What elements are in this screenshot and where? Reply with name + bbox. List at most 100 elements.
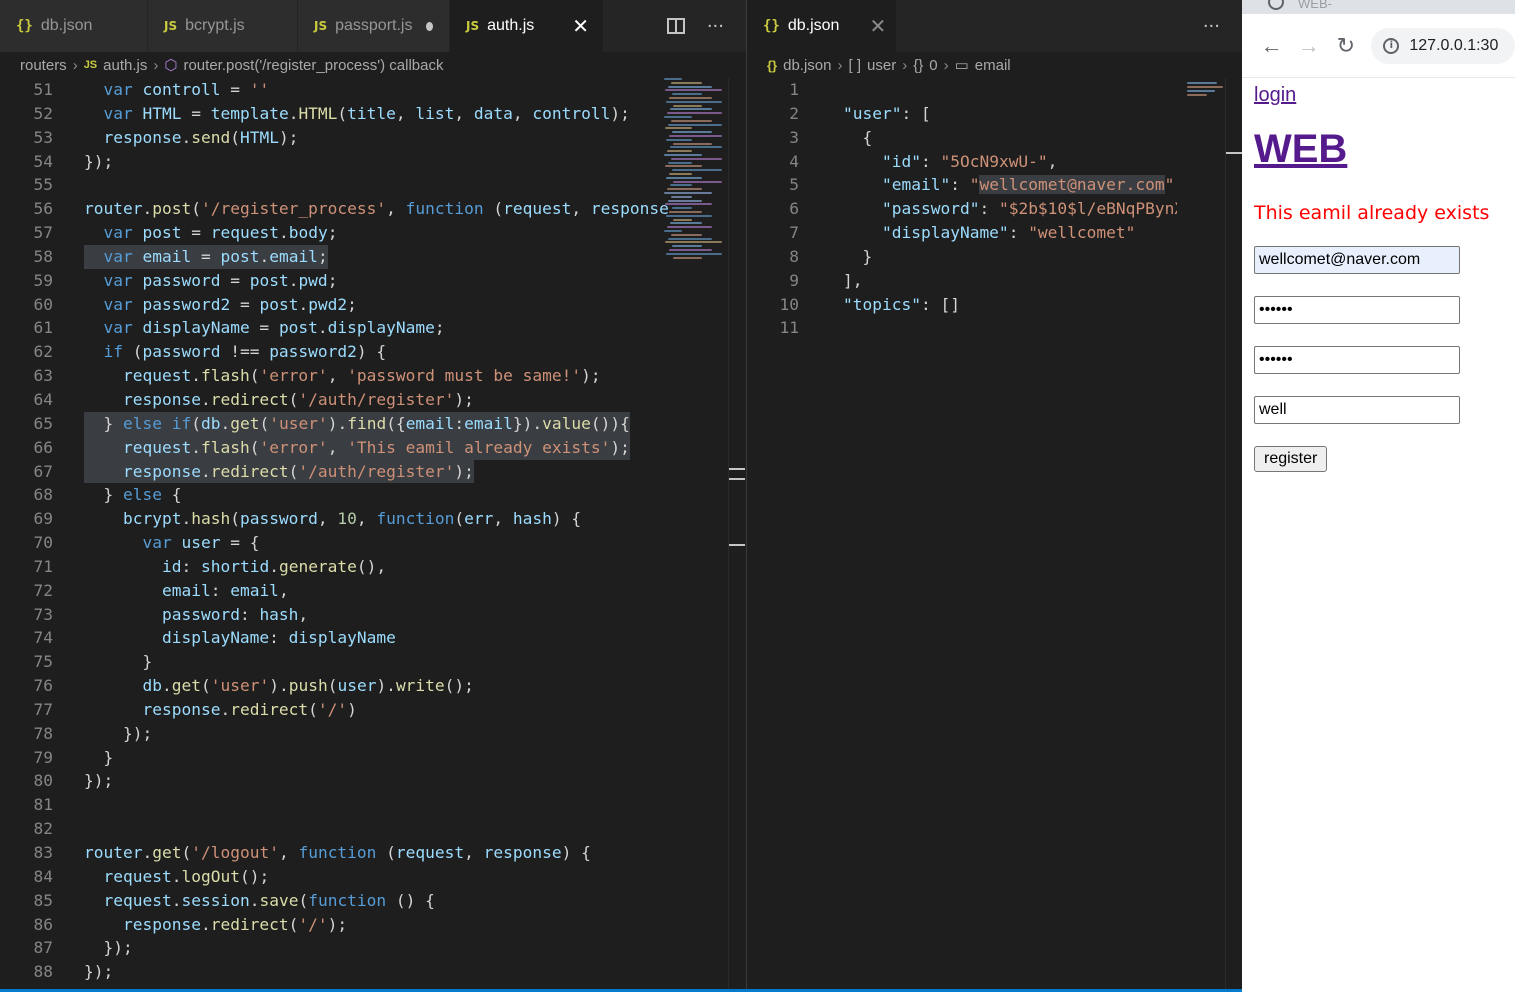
symbol-method-icon: ⬡ <box>164 57 178 74</box>
code-line[interactable]: 88}); <box>0 960 660 984</box>
password-field[interactable] <box>1254 296 1460 324</box>
code-line[interactable]: 67 response.redirect('/auth/register'); <box>0 459 660 484</box>
code-line[interactable]: 73 password: hash, <box>0 603 660 627</box>
code-line[interactable]: 61 var displayName = post.displayName; <box>0 316 660 340</box>
display-name-field[interactable] <box>1254 396 1460 424</box>
code-editor-db-json[interactable]: 1 2 "user": [3 {4 "id": "5OcN9xwU-", 5 "ema… <box>747 78 1178 340</box>
code-line[interactable]: 78 }); <box>0 722 660 746</box>
code-line[interactable]: 70 var user = { <box>0 531 660 555</box>
tab-passport-js[interactable]: JS passport.js <box>298 0 450 52</box>
code-line[interactable]: 11 <box>747 316 1177 340</box>
breadcrumb-file[interactable]: db.json <box>783 57 831 74</box>
code-line[interactable]: 6 "password": "$2b$10$l/eBNqPBynX <box>747 197 1177 221</box>
code-line[interactable]: 59 var password = post.pwd; <box>0 269 660 293</box>
code-line[interactable]: 10 "topics": [] <box>747 293 1177 317</box>
register-button[interactable]: register <box>1254 446 1328 472</box>
close-icon[interactable]: ✕ <box>572 14 589 39</box>
code-line[interactable]: 77 response.redirect('/') <box>0 698 660 722</box>
code-line[interactable]: 62 if (password !== password2) { <box>0 340 660 364</box>
forward-arrow-icon[interactable]: → <box>1297 33 1320 59</box>
code-line[interactable]: 8 } <box>747 245 1177 269</box>
code-line[interactable]: 68 } else { <box>0 483 660 507</box>
code-line[interactable]: 69 bcrypt.hash(password, 10, function(er… <box>0 507 660 531</box>
code-line[interactable]: 66 request.flash('error', 'This eamil al… <box>0 435 660 460</box>
code-line[interactable]: 58 var email = post.email; <box>0 244 660 269</box>
browser-tab-title[interactable]: WEB- <box>1298 0 1332 11</box>
json-token: wellcomet@naver.com <box>979 175 1165 195</box>
code-line[interactable]: 9], <box>747 269 1177 293</box>
code-editor-auth-js[interactable]: 51 var controll = '' 52 var HTML = templa… <box>0 78 669 984</box>
breadcrumb-folder[interactable]: routers <box>20 57 67 74</box>
code-line[interactable]: 5 "email": "wellcomet@naver.com", <box>747 173 1177 197</box>
code-line[interactable]: 83 router.get('/logout', function (reques… <box>0 841 660 865</box>
reload-icon[interactable]: ↻ <box>1334 33 1357 59</box>
code-text: "displayName": "wellcomet" <box>843 221 1135 245</box>
login-link[interactable]: login <box>1254 84 1515 107</box>
back-arrow-icon[interactable]: ← <box>1260 33 1283 59</box>
code-line[interactable]: 3 { <box>747 126 1177 150</box>
scrollbar-vertical[interactable] <box>728 78 745 992</box>
line-number: 79 <box>33 747 54 767</box>
code-line[interactable]: 71 id: shortid.generate(), <box>0 555 660 579</box>
page-title-link[interactable]: WEB <box>1254 127 1515 172</box>
code-line[interactable]: 2 "user": [ <box>747 102 1177 126</box>
code-line[interactable]: 55 <box>0 173 660 197</box>
line-number: 9 <box>789 270 799 290</box>
code-token: = <box>230 294 260 314</box>
password-confirm-field[interactable] <box>1254 346 1460 374</box>
code-line[interactable]: 60 var password2 = post.pwd2; <box>0 293 660 317</box>
code-line[interactable]: 63 request.flash('error', 'password must… <box>0 364 660 388</box>
code-line[interactable]: 1 <box>747 78 1177 102</box>
unsaved-dot-icon[interactable] <box>426 21 433 31</box>
code-token: email <box>142 246 192 266</box>
code-line[interactable]: 87 }); <box>0 936 660 960</box>
breadcrumb-user[interactable]: user <box>867 57 896 74</box>
scrollbar-vertical[interactable] <box>1225 78 1242 992</box>
code-line[interactable]: 81 <box>0 793 660 817</box>
address-bar[interactable]: i 127.0.0.1:30 <box>1371 27 1515 64</box>
close-icon[interactable]: ✕ <box>869 14 886 39</box>
info-icon[interactable]: i <box>1383 37 1400 54</box>
code-line[interactable]: 72 email: email, <box>0 579 660 603</box>
code-line[interactable]: 4 "id": "5OcN9xwU-", <box>747 150 1177 174</box>
tab-db-json-right[interactable]: {} db.json ✕ <box>747 0 897 52</box>
code-token: request <box>122 366 192 386</box>
email-field[interactable] <box>1254 246 1460 274</box>
code-line[interactable]: 57 var post = request.body; <box>0 221 660 245</box>
code-line[interactable]: 53 response.send(HTML); <box>0 126 660 150</box>
code-line[interactable]: 56 router.post('/register_process', funct… <box>0 197 669 221</box>
code-token: . <box>220 699 231 719</box>
code-line[interactable]: 82 <box>0 817 660 841</box>
breadcrumb-symbol[interactable]: router.post('/register_process') callbac… <box>183 57 443 74</box>
breadcrumb-email[interactable]: email <box>975 57 1011 74</box>
breadcrumb-file[interactable]: auth.js <box>103 57 147 74</box>
split-editor-icon[interactable] <box>666 18 685 34</box>
code-line[interactable]: 75 } <box>0 650 660 674</box>
minimap[interactable] <box>664 78 728 278</box>
more-actions-icon[interactable]: ··· <box>707 16 724 37</box>
code-line[interactable]: 65 } else if(db.get('user').find({email:… <box>0 411 660 436</box>
code-line[interactable]: 80}); <box>0 769 660 793</box>
minimap[interactable] <box>1187 78 1227 108</box>
line-number: 66 <box>33 437 54 457</box>
code-line[interactable]: 7 "displayName": "wellcomet" <box>747 221 1177 245</box>
code-line[interactable]: 64 response.redirect('/auth/register'); <box>0 388 660 412</box>
tab-auth-js[interactable]: JS auth.js ✕ <box>450 0 604 52</box>
code-line[interactable]: 74 displayName: displayName <box>0 626 660 650</box>
code-line[interactable]: 52 var HTML = template.HTML(title, list,… <box>0 102 660 126</box>
tab-db-json[interactable]: {} db.json <box>0 0 148 52</box>
code-line[interactable]: 84 request.logOut(); <box>0 865 660 889</box>
code-line[interactable]: 79 } <box>0 746 660 770</box>
breadcrumb-index[interactable]: 0 <box>929 57 937 74</box>
code-line[interactable]: 51 var controll = '' <box>0 78 660 102</box>
code-line[interactable]: 86 response.redirect('/'); <box>0 913 660 937</box>
code-token: }); <box>84 962 114 982</box>
more-actions-icon[interactable]: ··· <box>1203 16 1220 37</box>
line-number: 88 <box>33 962 54 982</box>
code-token: user <box>181 533 221 553</box>
code-line[interactable]: 85 request.session.save(function () { <box>0 889 660 913</box>
code-line[interactable]: 54}); <box>0 150 660 174</box>
code-text: }); <box>84 722 152 746</box>
code-line[interactable]: 76 db.get('user').push(user).write(); <box>0 674 660 698</box>
tab-bcrypt-js[interactable]: JS bcrypt.js <box>148 0 298 52</box>
